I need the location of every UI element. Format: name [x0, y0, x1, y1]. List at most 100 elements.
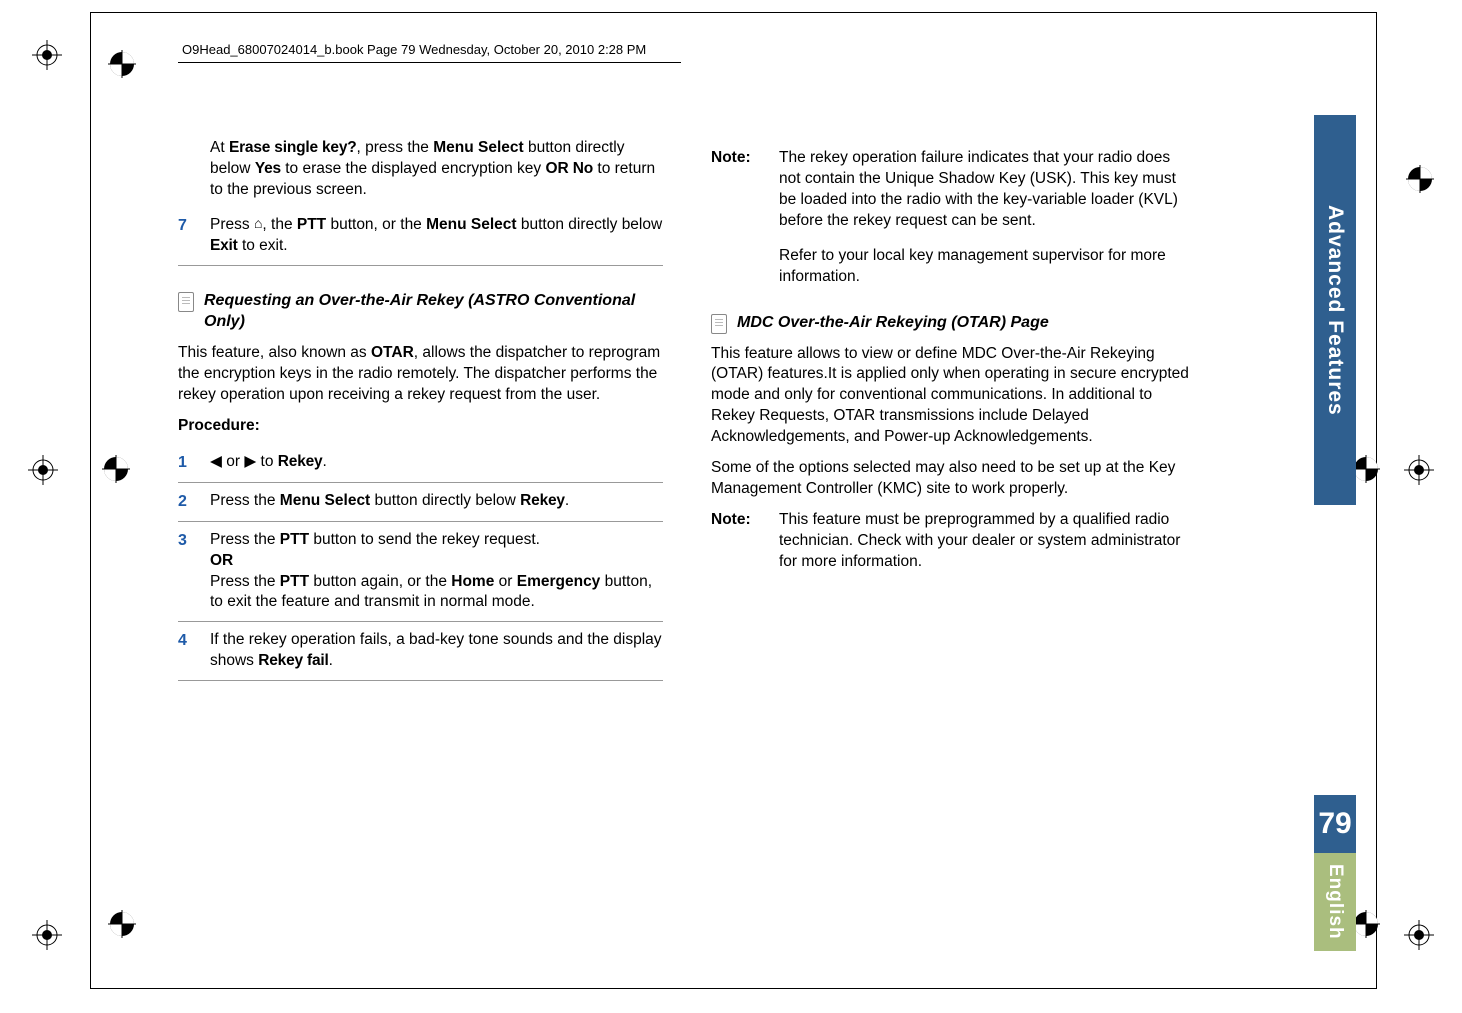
procedure-label: Procedure: — [178, 416, 663, 437]
crop-mark-icon — [1352, 910, 1380, 938]
text: to — [256, 453, 278, 470]
text: to exit. — [238, 237, 288, 254]
page-body: At Erase single key?, press the Menu Sel… — [178, 138, 1196, 683]
paragraph: This feature, also known as OTAR, allows… — [178, 343, 663, 406]
crop-mark-icon — [1352, 455, 1380, 483]
or-label: OR — [210, 552, 233, 569]
divider — [178, 521, 663, 522]
step-number: 2 — [178, 491, 210, 513]
button-name: PTT — [280, 531, 309, 548]
button-name: Menu Select — [433, 139, 523, 156]
button-name: Menu Select — [280, 492, 370, 509]
tab-spacer — [1314, 505, 1356, 795]
text: , the — [262, 216, 296, 233]
text: Press — [210, 216, 254, 233]
text: . — [329, 652, 333, 669]
button-name: Home — [451, 573, 494, 590]
step-row: 7 Press ⌂, the PTT button, or the Menu S… — [178, 209, 663, 263]
crop-mark-icon — [102, 455, 130, 483]
text: . — [565, 492, 569, 509]
running-header: O9Head_68007024014_b.book Page 79 Wednes… — [178, 42, 650, 57]
text: , press the — [357, 139, 434, 156]
note-block: Note: The rekey operation failure indica… — [711, 148, 1196, 288]
ui-string: Exit — [210, 237, 238, 254]
ui-string: Rekey — [278, 453, 323, 470]
note-body: This feature must be preprogrammed by a … — [779, 510, 1196, 573]
text: button, or the — [326, 216, 426, 233]
page-number: 79 — [1314, 795, 1356, 853]
step-row: 3 Press the PTT button to send the rekey… — [178, 524, 663, 620]
section-heading: Requesting an Over-the-Air Rekey (ASTRO … — [178, 290, 663, 333]
button-name: Emergency — [517, 573, 601, 590]
crop-mark-icon — [28, 455, 58, 485]
step-row: 1 ◀ or ▶ to Rekey. — [178, 446, 663, 480]
text: button again, or the — [309, 573, 451, 590]
crop-mark-icon — [1404, 920, 1434, 950]
home-icon: ⌂ — [254, 214, 262, 233]
ui-string: Erase single key? — [229, 139, 357, 156]
note-label: Note: — [711, 510, 767, 573]
left-column: At Erase single key?, press the Menu Sel… — [178, 138, 663, 683]
text: button directly below — [517, 216, 663, 233]
step-row: 2 Press the Menu Select button directly … — [178, 485, 663, 519]
section-title: Requesting an Over-the-Air Rekey (ASTRO … — [204, 290, 663, 333]
text: Press the — [210, 492, 280, 509]
crop-mark-icon — [1404, 455, 1434, 485]
text: Press the — [210, 531, 280, 548]
right-column: Note: The rekey operation failure indica… — [711, 138, 1196, 683]
crop-mark-icon — [108, 50, 136, 78]
step-number: 3 — [178, 530, 210, 552]
text: Press the — [210, 573, 280, 590]
step-number: 1 — [178, 452, 210, 474]
note-label: Note: — [711, 148, 767, 288]
button-name: PTT — [297, 216, 326, 233]
section-heading: MDC Over-the-Air Rekeying (OTAR) Page — [711, 312, 1196, 334]
side-tab: Advanced Features 79 English — [1314, 115, 1356, 755]
divider — [178, 482, 663, 483]
button-name: PTT — [280, 573, 309, 590]
header-rule — [178, 62, 681, 63]
text-block: At Erase single key?, press the Menu Sel… — [210, 138, 663, 201]
paragraph: Some of the options selected may also ne… — [711, 458, 1196, 500]
paragraph: The rekey operation failure indicates th… — [779, 148, 1196, 232]
divider — [178, 680, 663, 681]
crop-mark-icon — [32, 40, 62, 70]
ui-string: Rekey — [520, 492, 565, 509]
ui-string: No — [569, 160, 593, 177]
step-body: Press the Menu Select button directly be… — [210, 491, 663, 512]
left-arrow-icon: ◀ — [210, 453, 222, 470]
text: or — [494, 573, 516, 590]
text: button to send the rekey request. — [309, 531, 540, 548]
crop-mark-icon — [32, 920, 62, 950]
button-name: Menu Select — [426, 216, 516, 233]
note-block: Note: This feature must be preprogrammed… — [711, 510, 1196, 573]
text: or — [222, 453, 244, 470]
page-icon — [178, 292, 194, 312]
text: to erase the displayed encryption key — [281, 160, 546, 177]
step-number: 4 — [178, 630, 210, 652]
note-body: The rekey operation failure indicates th… — [779, 148, 1196, 288]
text: . — [322, 453, 326, 470]
right-arrow-icon: ▶ — [244, 453, 256, 470]
step-body: Press ⌂, the PTT button, or the Menu Sel… — [210, 215, 663, 257]
divider — [178, 265, 663, 266]
crop-mark-icon — [108, 910, 136, 938]
term: OTAR — [371, 344, 414, 361]
step-body: ◀ or ▶ to Rekey. — [210, 452, 663, 473]
page-icon — [711, 314, 727, 334]
or-label: OR — [545, 160, 568, 177]
step-body: If the rekey operation fails, a bad-key … — [210, 630, 663, 672]
step-body: Press the PTT button to send the rekey r… — [210, 530, 663, 614]
ui-string: Yes — [255, 160, 281, 177]
section-tab: Advanced Features — [1314, 115, 1356, 505]
divider — [178, 621, 663, 622]
paragraph: Refer to your local key management super… — [779, 246, 1196, 288]
paragraph: This feature allows to view or define MD… — [711, 344, 1196, 449]
text: At — [210, 139, 229, 156]
language-tab: English — [1314, 853, 1356, 951]
text: button directly below — [370, 492, 520, 509]
ui-string: Rekey fail — [258, 652, 328, 669]
section-title: MDC Over-the-Air Rekeying (OTAR) Page — [737, 312, 1049, 334]
text: This feature, also known as — [178, 344, 371, 361]
step-number: 7 — [178, 215, 210, 237]
